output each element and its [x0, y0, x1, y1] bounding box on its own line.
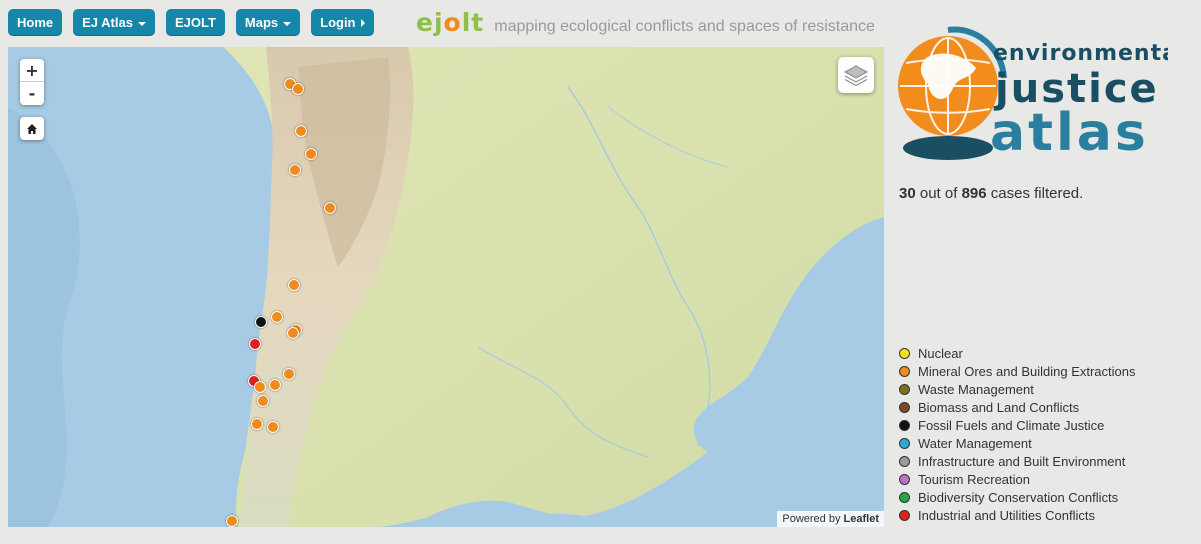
conflict-marker[interactable]: [271, 311, 283, 323]
legend-label: Water Management: [918, 435, 1032, 451]
conflict-marker[interactable]: [254, 381, 266, 393]
ejolt-button-label: EJOLT: [174, 15, 216, 30]
conflict-marker[interactable]: [269, 379, 281, 391]
legend-swatch: [899, 509, 910, 521]
login-button-label: Login: [320, 15, 356, 30]
legend-swatch: [899, 437, 910, 449]
legend-label: Biodiversity Conservation Conflicts: [918, 489, 1119, 505]
ej-atlas-button[interactable]: EJ Atlas: [73, 9, 155, 36]
ejolt-header: ejolt mapping ecological conflicts and s…: [416, 8, 875, 37]
legend-swatch: [899, 473, 910, 485]
logo-environmental-text: environmental: [993, 41, 1168, 66]
map-basemap: [8, 47, 884, 527]
home-button-label: Home: [17, 15, 54, 30]
map-home-button[interactable]: [20, 117, 44, 140]
layers-button[interactable]: [838, 57, 874, 93]
map-view[interactable]: + - Powered by Leaflet: [8, 47, 884, 527]
legend-item[interactable]: Biomass and Land Conflicts: [899, 398, 1136, 416]
legend-item[interactable]: Nuclear: [899, 344, 1136, 362]
login-button[interactable]: Login: [311, 9, 374, 36]
legend-swatch: [899, 347, 910, 359]
legend-label: Infrastructure and Built Environment: [918, 453, 1126, 469]
top-nav: Home EJ Atlas EJOLT Maps Login: [8, 9, 374, 36]
home-button[interactable]: Home: [8, 9, 63, 36]
legend-label: Waste Management: [918, 381, 1034, 397]
conflict-marker[interactable]: [249, 338, 261, 350]
chevron-down-icon: [137, 21, 146, 26]
conflict-marker[interactable]: [283, 368, 295, 380]
legend-label: Mineral Ores and Building Extractions: [918, 363, 1136, 379]
filtered-count: 30: [899, 185, 916, 202]
conflict-marker[interactable]: [257, 395, 269, 407]
total-count: 896: [961, 185, 987, 202]
case-counter: 30 out of 896 cases filtered.: [899, 185, 1084, 202]
tagline: mapping ecological conflicts and spaces …: [494, 18, 875, 35]
legend-swatch: [899, 455, 910, 467]
legend-label: Tourism Recreation: [918, 471, 1030, 487]
legend-item[interactable]: Waste Management: [899, 380, 1136, 398]
legend-swatch: [899, 491, 910, 503]
conflict-marker[interactable]: [288, 279, 300, 291]
conflict-marker[interactable]: [226, 515, 238, 527]
legend-item[interactable]: Water Management: [899, 434, 1136, 452]
legend-label: Nuclear: [918, 345, 963, 361]
chevron-right-icon: [360, 18, 365, 27]
maps-button-label: Maps: [244, 15, 279, 30]
conflict-marker[interactable]: [267, 421, 279, 433]
legend-item[interactable]: Biodiversity Conservation Conflicts: [899, 488, 1136, 506]
maps-button[interactable]: Maps: [235, 9, 301, 36]
ej-atlas-logo[interactable]: environmental justice atlas: [898, 18, 1168, 168]
legend-item[interactable]: Tourism Recreation: [899, 470, 1136, 488]
layers-icon: [843, 65, 869, 87]
conflict-marker[interactable]: [292, 83, 304, 95]
legend-swatch: [899, 365, 910, 377]
conflict-marker[interactable]: [289, 164, 301, 176]
home-icon: [27, 123, 37, 134]
conflict-marker[interactable]: [324, 202, 336, 214]
conflict-marker[interactable]: [295, 125, 307, 137]
legend-item[interactable]: Mineral Ores and Building Extractions: [899, 362, 1136, 380]
logo-atlas-text: atlas: [990, 103, 1149, 163]
legend-item[interactable]: Fossil Fuels and Climate Justice: [899, 416, 1136, 434]
zoom-in-button[interactable]: +: [20, 59, 44, 82]
ejolt-logo[interactable]: ejolt: [416, 8, 484, 37]
chevron-down-icon: [283, 21, 292, 26]
zoom-control: + -: [20, 59, 44, 105]
legend-label: Biomass and Land Conflicts: [918, 399, 1080, 415]
leaflet-link[interactable]: Leaflet: [844, 513, 879, 525]
legend-swatch: [899, 419, 910, 431]
legend-label: Fossil Fuels and Climate Justice: [918, 417, 1105, 433]
legend-swatch: [899, 383, 910, 395]
legend-label: Industrial and Utilities Conflicts: [918, 507, 1096, 523]
map-attribution: Powered by Leaflet: [777, 511, 884, 527]
legend-item[interactable]: Infrastructure and Built Environment: [899, 452, 1136, 470]
zoom-out-button[interactable]: -: [20, 82, 44, 105]
conflict-marker[interactable]: [255, 316, 267, 328]
ejolt-button[interactable]: EJOLT: [165, 9, 225, 36]
legend-swatch: [899, 401, 910, 413]
conflict-marker[interactable]: [305, 148, 317, 160]
ej-atlas-button-label: EJ Atlas: [82, 15, 133, 30]
legend: Nuclear Mineral Ores and Building Extract…: [899, 344, 1136, 524]
legend-item[interactable]: Industrial and Utilities Conflicts: [899, 506, 1136, 524]
conflict-marker[interactable]: [251, 418, 263, 430]
conflict-marker[interactable]: [287, 327, 299, 339]
